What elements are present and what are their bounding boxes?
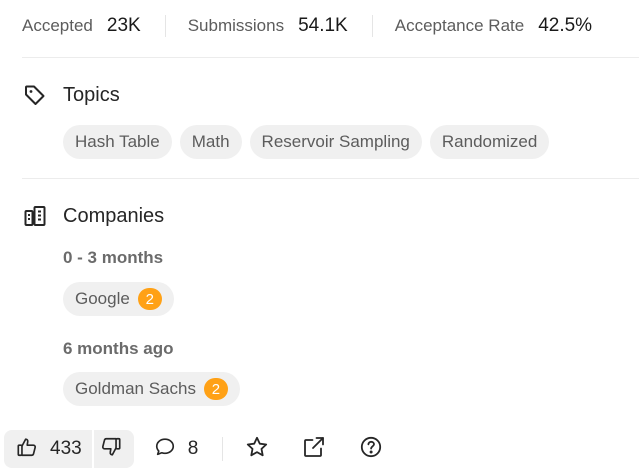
companies-header[interactable]: Companies	[22, 203, 164, 229]
star-icon	[245, 435, 269, 464]
accepted-label: Accepted	[22, 16, 93, 35]
thumbs-up-icon	[16, 436, 38, 463]
like-button[interactable]: 433	[4, 430, 92, 468]
topic-tag[interactable]: Hash Table	[63, 125, 172, 159]
comments-button[interactable]: 8	[154, 436, 199, 463]
companies-title: Companies	[63, 204, 165, 227]
comment-count: 8	[187, 438, 199, 459]
company-count-badge: 2	[137, 288, 162, 310]
topic-tags: Hash Table Math Reservoir Sampling Rando…	[63, 125, 550, 159]
company-name: Google	[75, 289, 130, 308]
acceptance-rate-label: Acceptance Rate	[394, 16, 525, 35]
section-divider	[22, 57, 639, 58]
company-tag[interactable]: Google 2	[63, 282, 174, 316]
company-list: Google 2	[63, 282, 174, 316]
building-icon	[22, 203, 48, 229]
help-button[interactable]	[359, 435, 383, 464]
favorite-button[interactable]	[245, 435, 269, 464]
submissions-value: 54.1K	[298, 15, 348, 36]
share-button[interactable]	[302, 435, 326, 464]
tag-icon	[22, 82, 48, 108]
accepted-stat: Accepted 23K	[0, 0, 141, 52]
like-count: 433	[50, 438, 82, 459]
share-icon	[302, 435, 326, 464]
dislike-button[interactable]	[93, 430, 134, 468]
topics-title: Topics	[63, 83, 120, 106]
section-divider	[22, 178, 639, 179]
action-bar: 433 8	[4, 430, 383, 468]
thumbs-down-icon	[100, 436, 122, 463]
topic-tag[interactable]: Math	[179, 125, 242, 159]
help-icon	[359, 435, 383, 464]
accepted-value: 23K	[106, 15, 141, 36]
action-divider	[222, 437, 224, 461]
submissions-stat: Submissions 54.1K	[166, 0, 348, 52]
company-period: 6 months ago	[63, 339, 174, 358]
topics-header[interactable]: Topics	[22, 82, 120, 108]
acceptance-rate-stat: Acceptance Rate 42.5%	[373, 0, 592, 52]
company-tag[interactable]: Goldman Sachs 2	[63, 372, 240, 406]
company-list: Goldman Sachs 2	[63, 372, 240, 406]
company-count-badge: 2	[203, 378, 228, 400]
comment-icon	[154, 436, 176, 463]
company-period: 0 - 3 months	[63, 248, 164, 267]
topic-tag[interactable]: Reservoir Sampling	[249, 125, 422, 159]
stats-bar: Accepted 23K Submissions 54.1K Acceptanc…	[0, 0, 639, 52]
submissions-label: Submissions	[187, 16, 285, 35]
topic-tag[interactable]: Randomized	[429, 125, 550, 159]
acceptance-rate-value: 42.5%	[538, 15, 593, 36]
company-name: Goldman Sachs	[75, 379, 196, 398]
